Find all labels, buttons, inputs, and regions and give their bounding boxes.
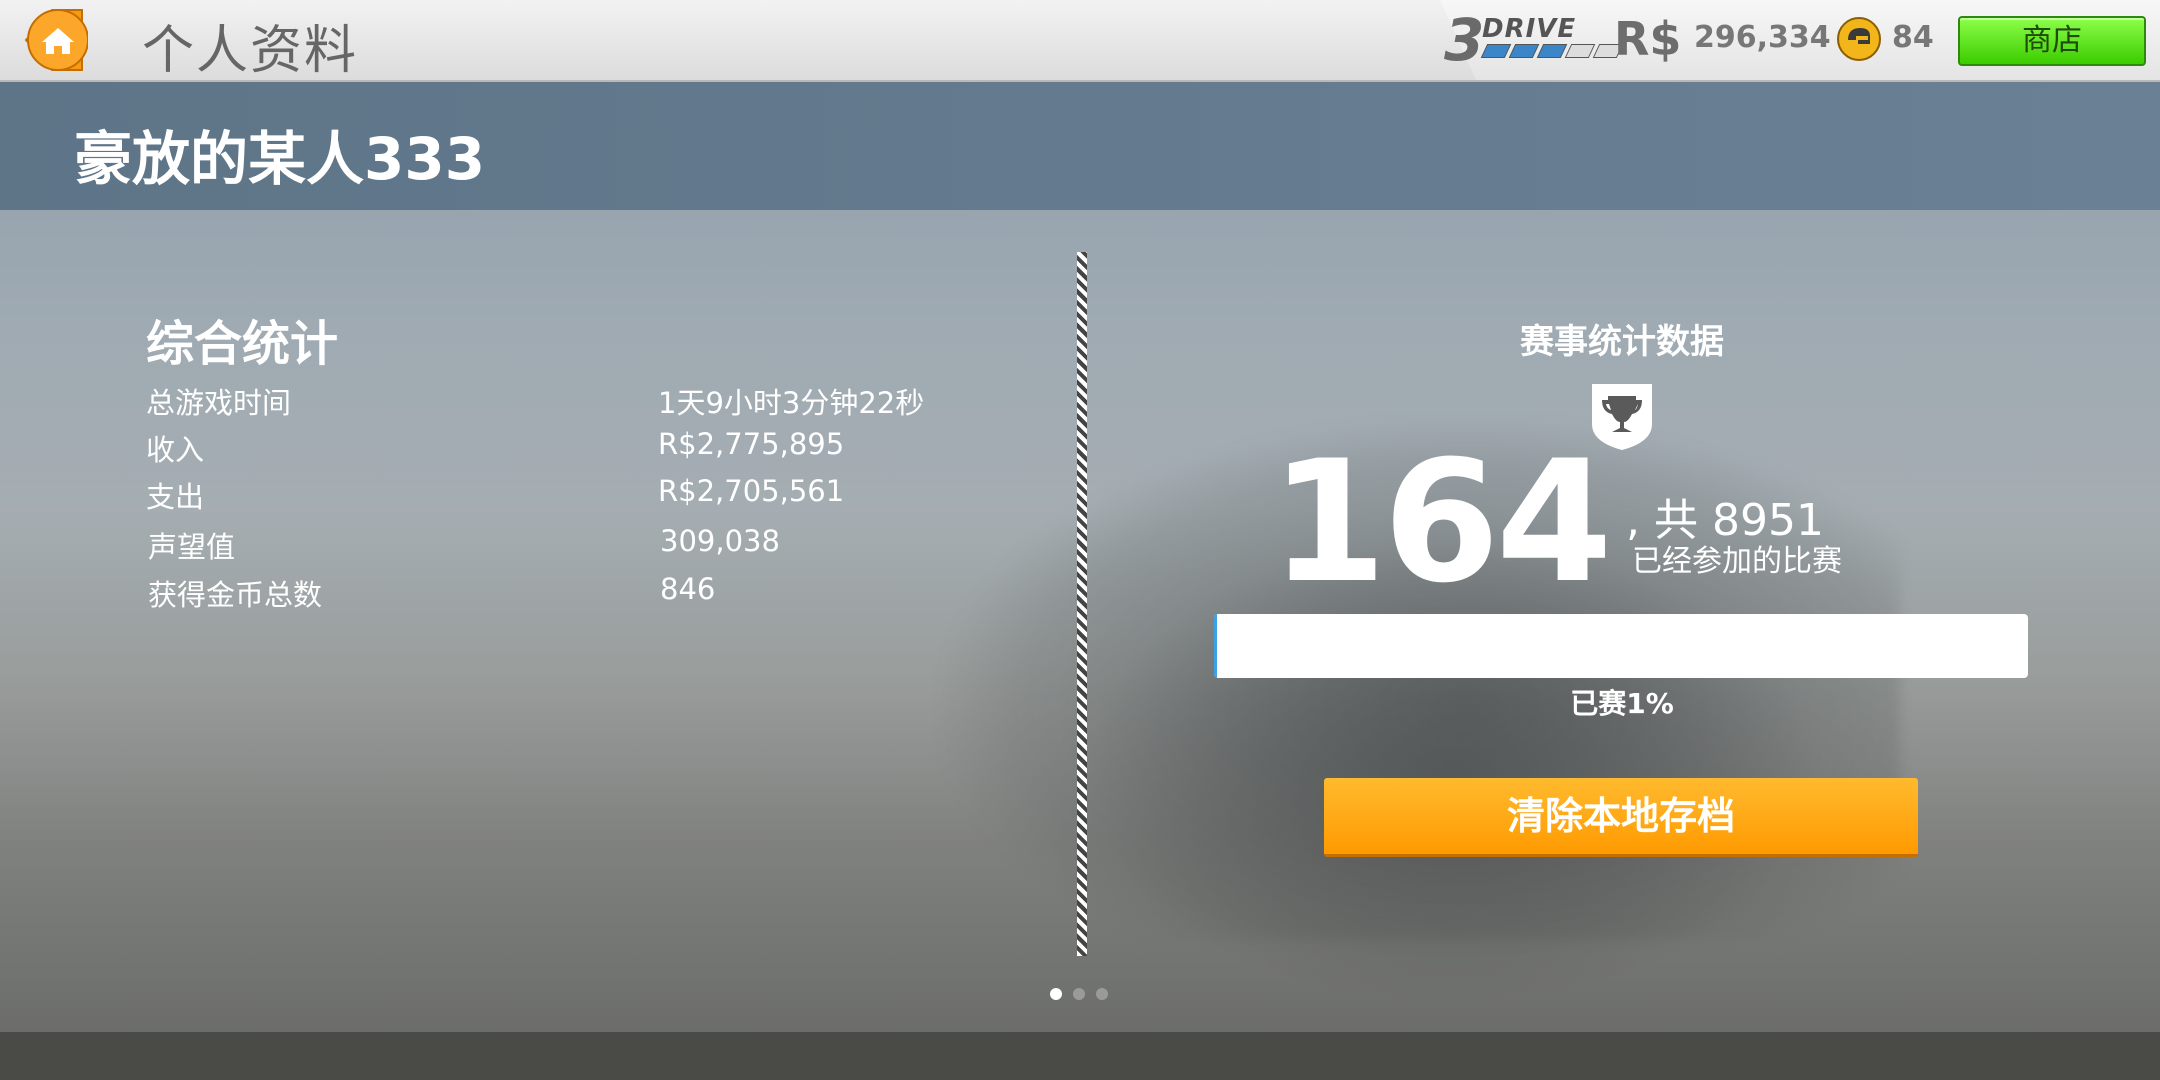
bottom-strip	[0, 1032, 2160, 1080]
currency-value: 296,334	[1694, 20, 1831, 55]
stat-row-expense: 支出 R$2,705,561	[146, 474, 1046, 518]
stat-label: 获得金币总数	[148, 578, 323, 612]
panel-divider	[1077, 252, 1087, 956]
gold-value: 84	[1892, 20, 1934, 55]
currency-label: R$	[1614, 12, 1682, 66]
page-dot[interactable]	[1096, 988, 1108, 1000]
clear-local-save-button[interactable]: 清除本地存档	[1324, 778, 1918, 857]
stat-row-gold-earned: 获得金币总数 846	[148, 572, 1048, 616]
page-indicator[interactable]	[1050, 988, 1110, 1004]
logo-bars	[1480, 44, 1624, 58]
stat-value: 846	[660, 572, 716, 606]
logo-number: 3	[1444, 6, 1485, 74]
race-progress-bar	[1214, 614, 2028, 678]
page-dot[interactable]	[1050, 988, 1062, 1000]
stat-label: 收入	[146, 433, 205, 467]
player-name: 豪放的某人333	[74, 125, 486, 193]
game-logo: 3 DRIVE	[1444, 6, 1624, 74]
stat-value: R$2,705,561	[658, 474, 845, 508]
stat-label: 支出	[146, 480, 205, 514]
stat-label: 总游戏时间	[146, 386, 292, 420]
shop-button[interactable]: 商店	[1958, 16, 2146, 66]
stat-row-playtime: 总游戏时间 1天9小时3分钟22秒	[146, 380, 1046, 424]
stat-label: 声望值	[148, 530, 236, 564]
stat-value: 309,038	[660, 524, 780, 558]
race-progress-fill	[1214, 614, 1218, 678]
overall-stats-title: 综合统计	[146, 316, 339, 372]
home-button[interactable]	[12, 6, 89, 74]
race-stats-title: 赛事统计数据	[1520, 322, 1724, 362]
races-subtitle: 已经参加的比赛	[1632, 544, 1842, 579]
stat-row-income: 收入 R$2,775,895	[146, 427, 1046, 471]
races-completed-count: 164	[1270, 424, 1613, 620]
page-title: 个人资料	[142, 21, 359, 81]
logo-text: DRIVE	[1482, 14, 1577, 44]
gold-coin-icon	[1836, 16, 1882, 62]
stat-value: 1天9小时3分钟22秒	[658, 386, 925, 420]
race-progress-label: 已赛1%	[1570, 687, 1674, 720]
home-icon	[24, 9, 89, 71]
page-dot[interactable]	[1073, 988, 1085, 1000]
stat-row-reputation: 声望值 309,038	[148, 524, 1048, 568]
stat-value: R$2,775,895	[658, 427, 845, 461]
